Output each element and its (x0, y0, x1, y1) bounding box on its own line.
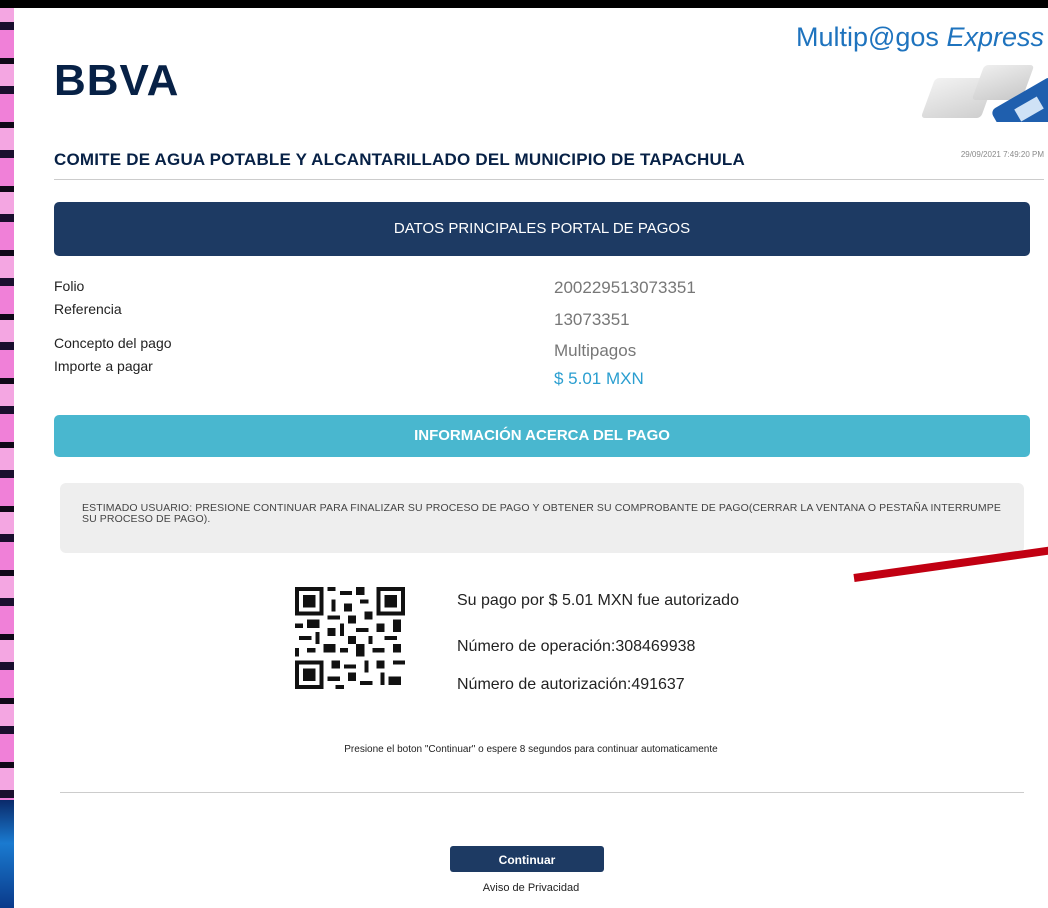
background-left-edge (0, 0, 14, 908)
importe-value: $ 5.01 MXN (554, 369, 644, 388)
continue-button[interactable]: Continuar (450, 846, 604, 872)
background-left-blue (0, 800, 14, 908)
operation-number: Número de operación:308469938 (457, 638, 696, 655)
multipagos-brand-main: Multip@gos (795, 22, 939, 52)
folio-label: Folio (54, 278, 85, 294)
info-section-header: INFORMACIÓN ACERCA DEL PAGO (54, 415, 1030, 457)
notice-box: ESTIMADO USUARIO: PRESIONE CONTINUAR PAR… (60, 483, 1024, 553)
authorized-text: Su pago por $ 5.01 MXN fue autorizado (457, 592, 739, 609)
keyboard-graphic-icon (898, 60, 1048, 122)
privacy-link[interactable]: Aviso de Privacidad (14, 882, 1048, 894)
importe-label: Importe a pagar (54, 358, 153, 374)
bbva-logo: BBVA (54, 56, 180, 105)
background-top-edge (0, 0, 1048, 8)
authorization-number: Número de autorización:491637 (457, 676, 685, 693)
qr-code-icon (290, 583, 410, 693)
concepto-value: Multipagos (554, 341, 637, 360)
divider (60, 792, 1024, 793)
referencia-label: Referencia (54, 301, 122, 317)
auto-continue-text: Presione el boton "Continuar" o espere 8… (344, 744, 718, 755)
main-section-header: DATOS PRINCIPALES PORTAL DE PAGOS (54, 202, 1030, 256)
multipagos-brand-express: Express (946, 22, 1044, 52)
payment-page: BBVA Multip@gos Express COMITE DE AGUA P… (14, 8, 1048, 908)
timestamp: 29/09/2021 7:49:20 PM (960, 150, 1044, 159)
folio-value: 200229513073351 (554, 278, 696, 297)
divider (54, 179, 1044, 180)
multipagos-brand: Multip@gos Express (796, 22, 1044, 53)
concepto-label: Concepto del pago (54, 335, 172, 351)
referencia-value: 13073351 (554, 310, 630, 329)
organization-name: COMITE DE AGUA POTABLE Y ALCANTARILLADO … (54, 150, 745, 169)
